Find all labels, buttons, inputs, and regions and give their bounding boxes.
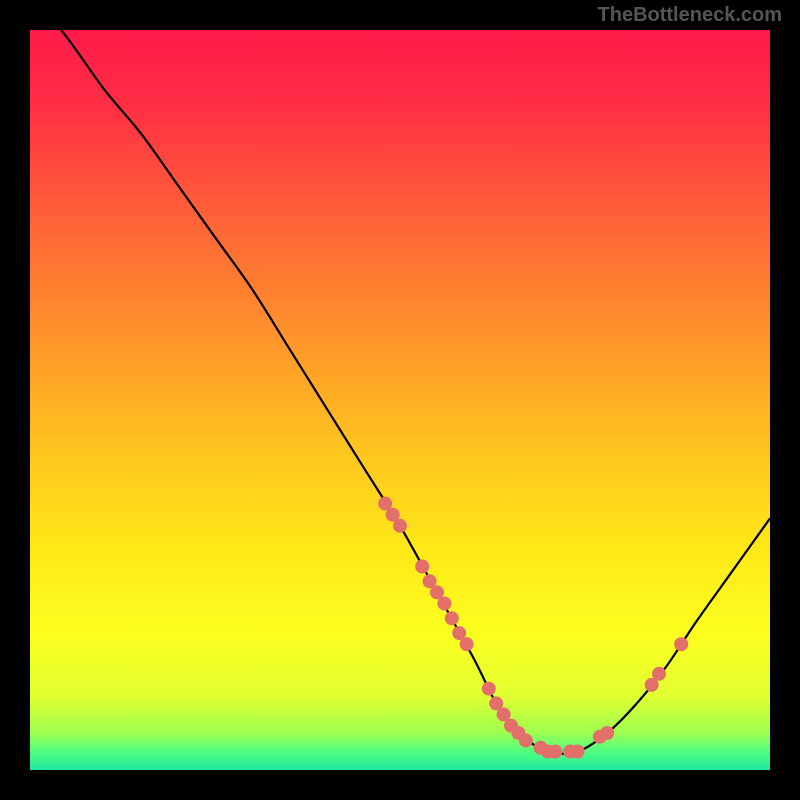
data-marker (652, 667, 666, 681)
data-marker (482, 682, 496, 696)
data-marker (415, 560, 429, 574)
data-marker (571, 745, 585, 759)
data-marker (519, 733, 533, 747)
watermark-text: TheBottleneck.com (598, 4, 782, 27)
marker-group (378, 497, 688, 759)
data-marker (437, 597, 451, 611)
data-marker (445, 611, 459, 625)
chart-plot-area (30, 30, 770, 770)
data-marker (674, 637, 688, 651)
data-marker (393, 519, 407, 533)
data-marker (600, 726, 614, 740)
data-marker (548, 745, 562, 759)
bottleneck-curve (30, 30, 770, 754)
data-marker (460, 637, 474, 651)
chart-curve-layer (30, 30, 770, 770)
